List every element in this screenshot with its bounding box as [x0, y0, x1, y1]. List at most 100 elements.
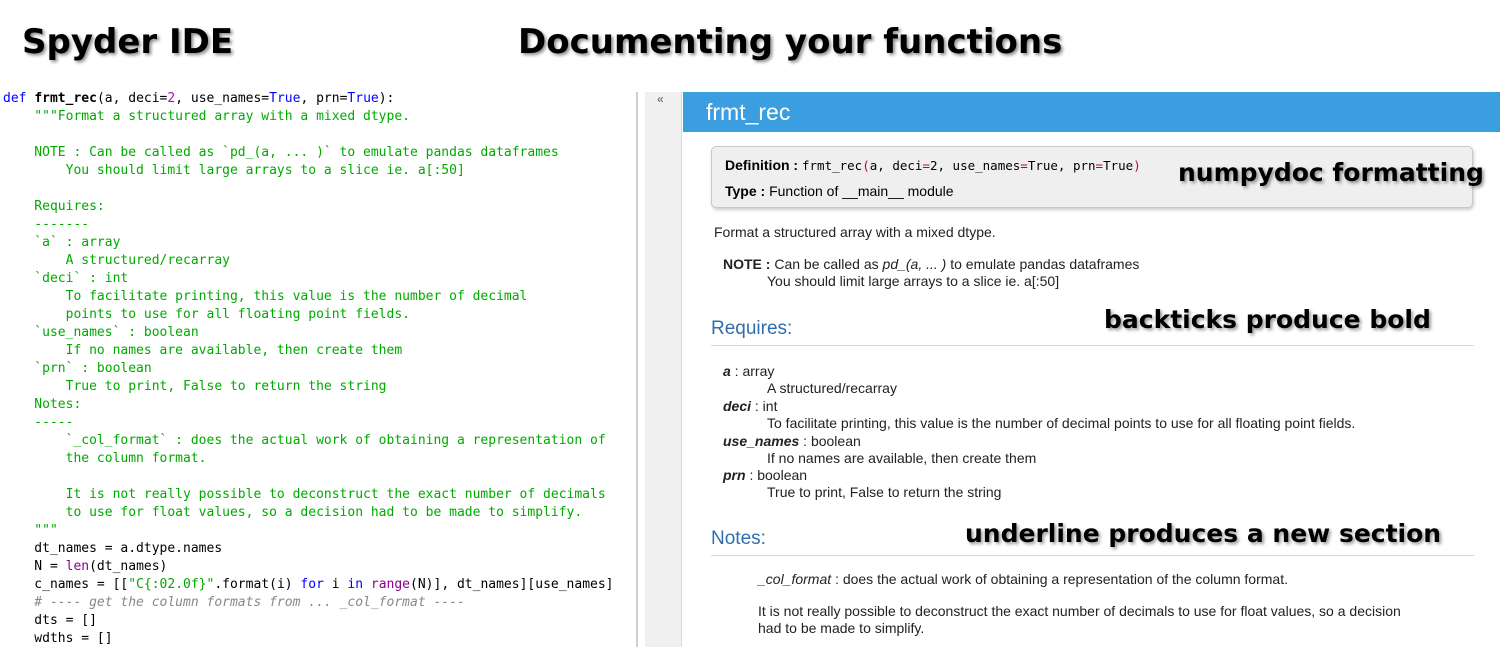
param-description: To facilitate printing, this value is th…	[767, 415, 1356, 431]
code-line[interactable]: """Format a structured array with a mixe…	[0, 108, 636, 126]
type-row: Type : Function of __main__ module	[725, 183, 954, 199]
code-line[interactable]: """	[0, 522, 636, 540]
code-token: `prn` : boolean	[3, 361, 152, 376]
code-token: dt_names = a.dtype.names	[3, 541, 223, 556]
param-name: deci	[723, 398, 752, 414]
annotation-numpydoc: numpydoc formatting	[1178, 158, 1484, 187]
code-token: # ---- get the column formats from ... _…	[3, 595, 465, 610]
code-token: N =	[3, 559, 66, 574]
signature-token: )	[1133, 158, 1141, 173]
code-token: NOTE : Can be called as `pd_(a, ... )` t…	[3, 145, 559, 160]
param-type: : boolean	[799, 433, 861, 449]
code-line[interactable]: You should limit large arrays to a slice…	[0, 162, 636, 180]
code-line[interactable]: -------	[0, 216, 636, 234]
code-line[interactable]: To facilitate printing, this value is th…	[0, 288, 636, 306]
notes-para-line-2: had to be made to simplify.	[758, 620, 925, 636]
param-name: a	[723, 363, 731, 379]
code-line[interactable]: It is not really possible to deconstruct…	[0, 486, 636, 504]
code-line[interactable]: `use_names` : boolean	[0, 324, 636, 342]
param-a: a : array	[723, 363, 774, 380]
code-line[interactable]: NOTE : Can be called as `pd_(a, ... )` t…	[0, 144, 636, 162]
code-line[interactable]: Requires:	[0, 198, 636, 216]
code-token: True	[269, 91, 301, 106]
code-token: def	[3, 91, 35, 106]
signature-token: True	[1103, 158, 1134, 173]
definition-label: Definition :	[725, 157, 799, 173]
code-token: .format(i)	[214, 577, 301, 592]
code-token: True to print, False to return the strin…	[3, 379, 387, 394]
note-em: pd_(a, ... )	[882, 256, 947, 272]
code-token: You should limit large arrays to a slice…	[3, 163, 465, 178]
code-token: , prn=	[300, 91, 348, 106]
notes-item: _col_format : does the actual work of ob…	[758, 571, 1288, 588]
code-token: `use_names` : boolean	[3, 325, 199, 340]
code-line[interactable]: # ---- get the column formats from ... _…	[0, 594, 636, 612]
param-type: : array	[730, 363, 775, 379]
param-description: If no names are available, then create t…	[767, 450, 1037, 466]
note-post: to emulate pandas dataframes	[946, 256, 1140, 272]
code-line[interactable]: -----	[0, 414, 636, 432]
code-line[interactable]: c_names = [["C{:02.0f}".format(i) for i …	[0, 576, 636, 594]
code-token: to use for float values, so a decision h…	[3, 505, 583, 520]
code-line[interactable]: `_col_format` : does the actual work of …	[0, 432, 636, 450]
code-line[interactable]: wdths = []	[0, 630, 636, 647]
code-line[interactable]: `deci` : int	[0, 270, 636, 288]
signature-token: True, prn	[1027, 158, 1096, 173]
code-line[interactable]: True to print, False to return the strin…	[0, 378, 636, 396]
param-type: : int	[751, 398, 778, 414]
code-token: `deci` : int	[3, 271, 129, 286]
code-token: for	[300, 577, 324, 592]
code-line[interactable]: dt_names = a.dtype.names	[0, 540, 636, 558]
annotation-underline: underline produces a new section	[965, 519, 1442, 548]
code-token: True	[347, 91, 379, 106]
param-name: prn	[723, 467, 746, 483]
code-token: (N)], dt_names][use_names]	[410, 577, 614, 592]
code-token: the column format.	[3, 451, 207, 466]
code-line[interactable]: Notes:	[0, 396, 636, 414]
collapse-icon[interactable]: «	[657, 92, 664, 106]
code-line[interactable]: A structured/recarray	[0, 252, 636, 270]
annotation-backticks: backticks produce bold	[1104, 305, 1431, 334]
code-line[interactable]: def frmt_rec(a, deci=2, use_names=True, …	[0, 90, 636, 108]
pane-splitter[interactable]	[636, 92, 638, 647]
param-description: True to print, False to return the strin…	[767, 484, 1002, 500]
param-name: use_names	[723, 433, 800, 449]
signature-token: 2, use_names	[929, 158, 1021, 173]
notes-item-text: : does the actual work of obtaining a re…	[831, 571, 1288, 587]
note-pre: Can be called as	[774, 256, 883, 272]
type-label: Type :	[725, 183, 766, 199]
help-header-title: frmt_rec	[683, 92, 1500, 132]
param-description: A structured/recarray	[767, 380, 897, 396]
code-line[interactable]: N = len(dt_names)	[0, 558, 636, 576]
code-token: -----	[3, 415, 74, 430]
code-token: """	[3, 523, 58, 538]
code-token: , use_names=	[175, 91, 270, 106]
code-line[interactable]: dts = []	[0, 612, 636, 630]
code-line[interactable]: points to use for all floating point fie…	[0, 306, 636, 324]
code-line[interactable]: `prn` : boolean	[0, 360, 636, 378]
note-line-2: You should limit large arrays to a slice…	[767, 273, 1060, 289]
code-token: If no names are available, then create t…	[3, 343, 403, 358]
note-line-1: NOTE : Can be called as pd_(a, ... ) to …	[723, 256, 1139, 273]
code-line[interactable]: the column format.	[0, 450, 636, 468]
slide-title-documenting: Documenting your functions	[518, 22, 1063, 62]
code-token: in	[347, 577, 364, 592]
code-editor[interactable]: def frmt_rec(a, deci=2, use_names=True, …	[0, 90, 636, 647]
doc-summary: Format a structured array with a mixed d…	[714, 224, 996, 240]
param-deci: deci : int	[723, 398, 777, 415]
code-line[interactable]	[0, 468, 636, 486]
signature-token: =	[1020, 158, 1028, 173]
code-token: dts = []	[3, 613, 97, 628]
code-line[interactable]: to use for float values, so a decision h…	[0, 504, 636, 522]
code-line[interactable]	[0, 180, 636, 198]
code-token: len	[65, 559, 90, 574]
code-token: To facilitate printing, this value is th…	[3, 289, 528, 304]
code-token: "C{:02.0f}"	[128, 577, 215, 592]
signature-token: a, deci	[869, 158, 923, 173]
code-line[interactable]: If no names are available, then create t…	[0, 342, 636, 360]
notes-heading: Notes:	[711, 528, 766, 549]
code-line[interactable]: `a` : array	[0, 234, 636, 252]
code-line[interactable]	[0, 126, 636, 144]
code-token: c_names = [[	[3, 577, 129, 592]
code-token: points to use for all floating point fie…	[3, 307, 410, 322]
